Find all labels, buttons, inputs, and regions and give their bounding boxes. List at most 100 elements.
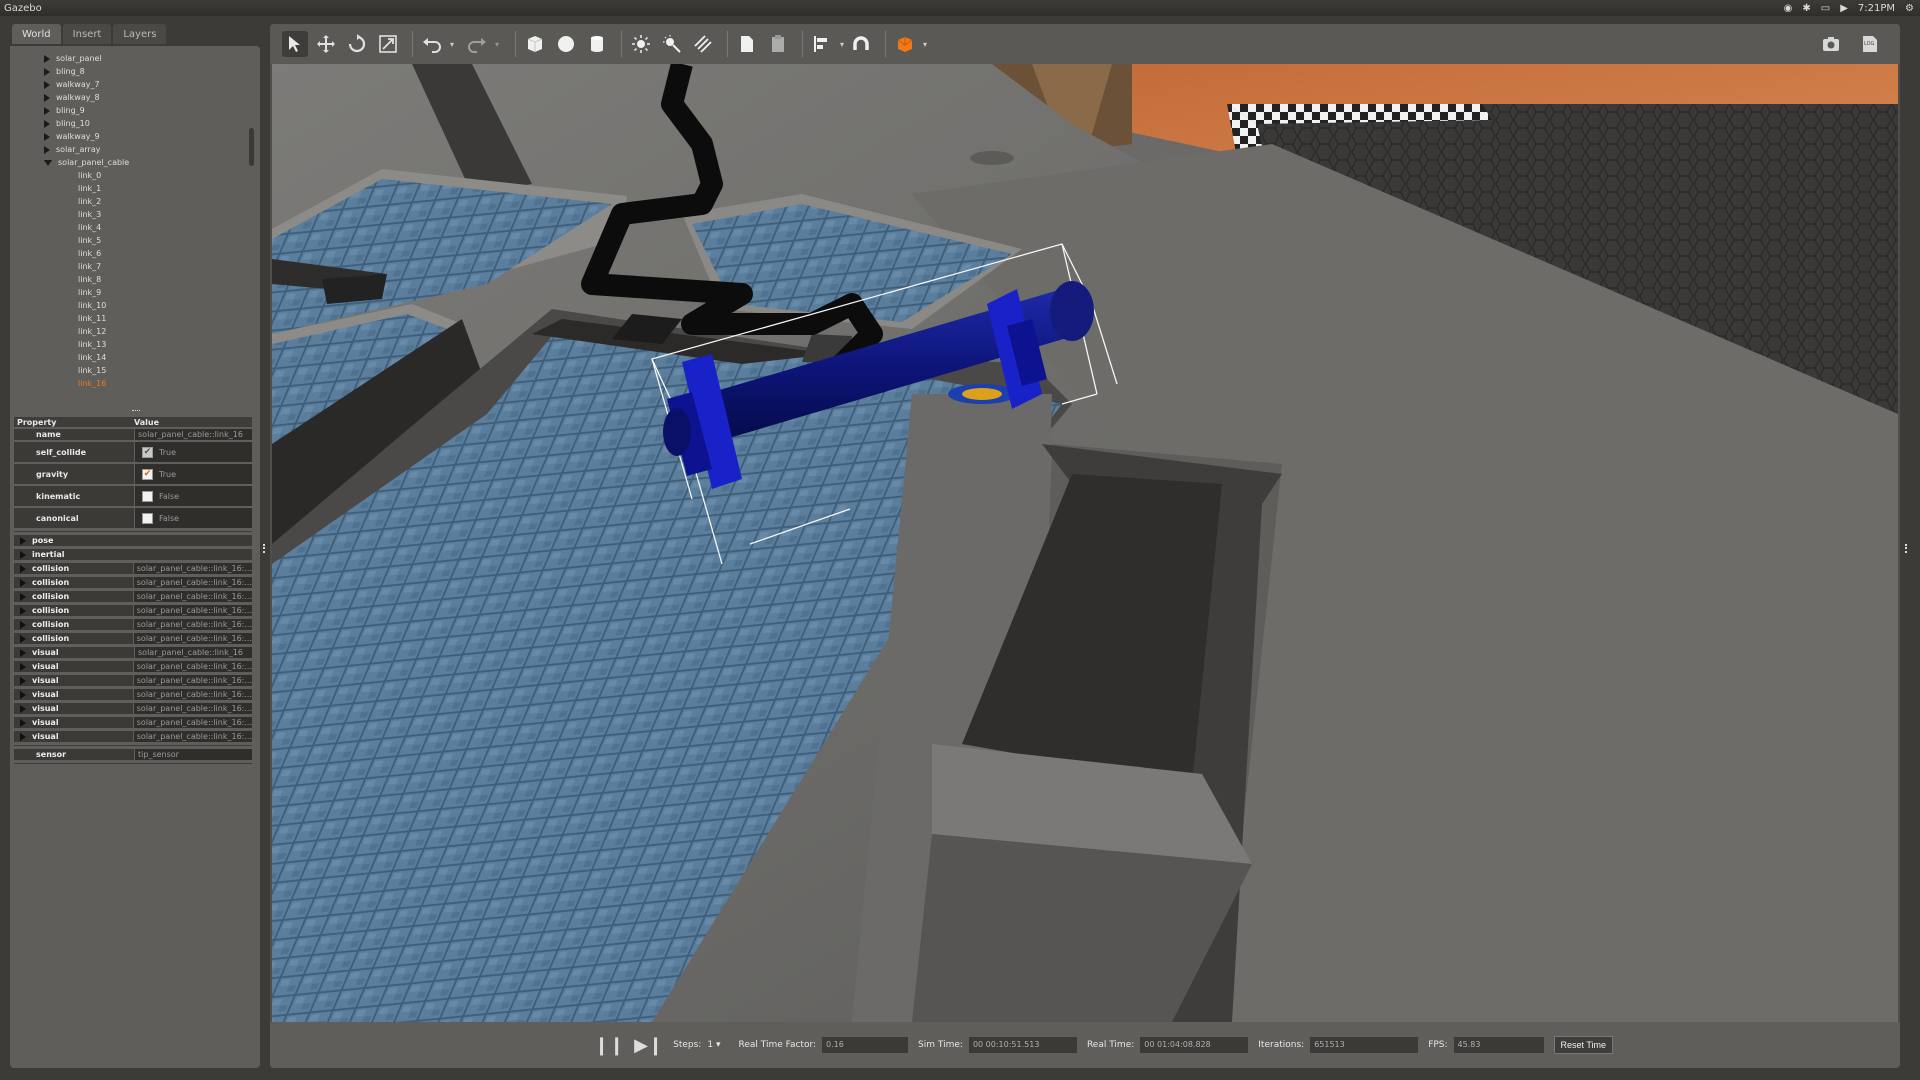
expand-arrow-icon[interactable] bbox=[20, 606, 26, 615]
sphere-icon[interactable] bbox=[553, 31, 579, 57]
align-icon[interactable] bbox=[809, 31, 835, 57]
tree-item[interactable]: link_16 bbox=[10, 377, 250, 388]
expand-arrow-icon[interactable] bbox=[20, 550, 26, 559]
redo-dropdown-icon[interactable]: ▾ bbox=[495, 40, 499, 49]
log-icon[interactable]: LOG bbox=[1857, 31, 1883, 57]
property-group-collision[interactable]: collision solar_panel_cable::link_16:... bbox=[14, 577, 252, 588]
tree-item[interactable]: bling_10 bbox=[10, 117, 250, 130]
property-group-pose[interactable]: pose bbox=[14, 535, 252, 546]
expand-arrow-icon[interactable] bbox=[20, 704, 26, 713]
tab-world[interactable]: World bbox=[12, 24, 61, 44]
tab-layers[interactable]: Layers bbox=[113, 24, 167, 44]
expand-arrow-icon[interactable] bbox=[20, 662, 26, 671]
property-group-visual[interactable]: visual solar_panel_cable::link_16:... bbox=[14, 661, 252, 672]
property-group-visual[interactable]: visual solar_panel_cable::link_16:... bbox=[14, 703, 252, 714]
tab-insert[interactable]: Insert bbox=[62, 24, 112, 44]
property-group-collision[interactable]: collision solar_panel_cable::link_16:... bbox=[14, 633, 252, 644]
tree-item[interactable]: link_14 bbox=[10, 351, 250, 364]
expand-arrow-icon[interactable] bbox=[20, 620, 26, 629]
wifi-icon[interactable]: ◉ bbox=[1784, 3, 1793, 14]
right-panel-handle[interactable] bbox=[1905, 544, 1908, 553]
tree-item[interactable]: solar_panel bbox=[10, 52, 250, 65]
tree-item[interactable]: solar_array bbox=[10, 143, 250, 156]
property-value[interactable]: solar_panel_cable::link_16 bbox=[134, 429, 252, 440]
expand-arrow-icon[interactable] bbox=[20, 578, 26, 587]
gear-icon[interactable]: ⚙ bbox=[1905, 3, 1914, 14]
property-group-visual[interactable]: visual solar_panel_cable::link_16:... bbox=[14, 717, 252, 728]
expand-arrow-icon[interactable] bbox=[44, 67, 50, 76]
expand-arrow-icon[interactable] bbox=[20, 690, 26, 699]
undo-dropdown-icon[interactable]: ▾ bbox=[450, 40, 454, 49]
property-group-collision[interactable]: collision solar_panel_cable::link_16:... bbox=[14, 591, 252, 602]
clock[interactable]: 7:21PM bbox=[1858, 3, 1895, 14]
spinbox-arrow-icon[interactable]: ▾ bbox=[716, 1040, 721, 1050]
tree-item[interactable]: link_0 bbox=[10, 169, 250, 182]
expand-arrow-icon[interactable] bbox=[44, 145, 50, 154]
property-group-inertial[interactable]: inertial bbox=[14, 549, 252, 560]
tree-item[interactable]: bling_9 bbox=[10, 104, 250, 117]
property-group-visual[interactable]: visual solar_panel_cable::link_16:... bbox=[14, 731, 252, 742]
tree-item[interactable]: link_12 bbox=[10, 325, 250, 338]
property-row-sensor[interactable]: sensor tip_sensor bbox=[14, 749, 252, 760]
tree-item[interactable]: solar_panel_cable bbox=[10, 156, 250, 169]
tree-item[interactable]: link_7 bbox=[10, 260, 250, 273]
snap-icon[interactable] bbox=[848, 31, 874, 57]
property-group-visual[interactable]: visual solar_panel_cable::link_16 bbox=[14, 647, 252, 658]
select-arrow-icon[interactable] bbox=[282, 31, 308, 57]
expand-arrow-icon[interactable] bbox=[20, 732, 26, 741]
tree-scrollbar[interactable] bbox=[249, 128, 254, 166]
volume-icon[interactable]: ▶ bbox=[1840, 3, 1848, 14]
tree-item[interactable]: link_15 bbox=[10, 364, 250, 377]
tree-item[interactable]: bling_8 bbox=[10, 65, 250, 78]
kinematic-checkbox[interactable] bbox=[142, 490, 153, 502]
tree-item[interactable]: link_4 bbox=[10, 221, 250, 234]
tree-item[interactable]: walkway_8 bbox=[10, 91, 250, 104]
tree-item[interactable]: link_9 bbox=[10, 286, 250, 299]
undo-icon[interactable] bbox=[419, 31, 445, 57]
property-group-collision[interactable]: collision solar_panel_cable::link_16:... bbox=[14, 605, 252, 616]
expand-arrow-icon[interactable] bbox=[20, 536, 26, 545]
expand-arrow-icon[interactable] bbox=[44, 106, 50, 115]
bluetooth-icon[interactable]: ✱ bbox=[1802, 3, 1810, 14]
property-group-visual[interactable]: visual solar_panel_cable::link_16:... bbox=[14, 675, 252, 686]
expand-arrow-icon[interactable] bbox=[20, 676, 26, 685]
tree-item[interactable]: link_11 bbox=[10, 312, 250, 325]
tree-item[interactable]: link_13 bbox=[10, 338, 250, 351]
view-angle-icon[interactable] bbox=[892, 31, 918, 57]
expand-arrow-icon[interactable] bbox=[20, 648, 26, 657]
screenshot-icon[interactable] bbox=[1818, 31, 1844, 57]
tree-item[interactable]: link_6 bbox=[10, 247, 250, 260]
step-icon[interactable]: ▶❙ bbox=[634, 1035, 663, 1056]
canonical-checkbox[interactable] bbox=[142, 512, 153, 524]
tree-item[interactable]: link_3 bbox=[10, 208, 250, 221]
align-dropdown-icon[interactable]: ▾ bbox=[840, 40, 844, 49]
expand-arrow-icon[interactable] bbox=[44, 93, 50, 102]
tree-item[interactable]: link_8 bbox=[10, 273, 250, 286]
battery-icon[interactable]: ▭ bbox=[1821, 3, 1830, 14]
tree-item[interactable]: walkway_9 bbox=[10, 130, 250, 143]
expand-arrow-icon[interactable] bbox=[20, 718, 26, 727]
box-icon[interactable] bbox=[522, 31, 548, 57]
property-group-collision[interactable]: collision solar_panel_cable::link_16:... bbox=[14, 619, 252, 630]
panel-splitter[interactable] bbox=[132, 410, 140, 412]
point-light-icon[interactable] bbox=[628, 31, 654, 57]
left-panel-handle[interactable] bbox=[263, 544, 266, 553]
steps-spinbox[interactable]: 1 ▾ bbox=[707, 1040, 720, 1050]
self_collide-checkbox[interactable]: ✔ bbox=[142, 446, 153, 458]
gravity-checkbox[interactable]: ✔ bbox=[142, 468, 153, 480]
paste-icon[interactable] bbox=[765, 31, 791, 57]
spot-light-icon[interactable] bbox=[659, 31, 685, 57]
expand-arrow-icon[interactable] bbox=[44, 54, 50, 63]
expand-arrow-icon[interactable] bbox=[20, 634, 26, 643]
pause-icon[interactable]: ❙❙ bbox=[594, 1035, 624, 1056]
reset-time-button[interactable]: Reset Time bbox=[1553, 1036, 1614, 1054]
tree-item[interactable]: link_5 bbox=[10, 234, 250, 247]
view-angle-dropdown-icon[interactable]: ▾ bbox=[923, 40, 927, 49]
cylinder-icon[interactable] bbox=[584, 31, 610, 57]
directional-light-icon[interactable] bbox=[690, 31, 716, 57]
expand-arrow-icon[interactable] bbox=[20, 564, 26, 573]
scene-render[interactable] bbox=[272, 64, 1898, 1022]
copy-icon[interactable] bbox=[734, 31, 760, 57]
collapse-arrow-icon[interactable] bbox=[44, 159, 52, 166]
tree-item[interactable]: link_10 bbox=[10, 299, 250, 312]
